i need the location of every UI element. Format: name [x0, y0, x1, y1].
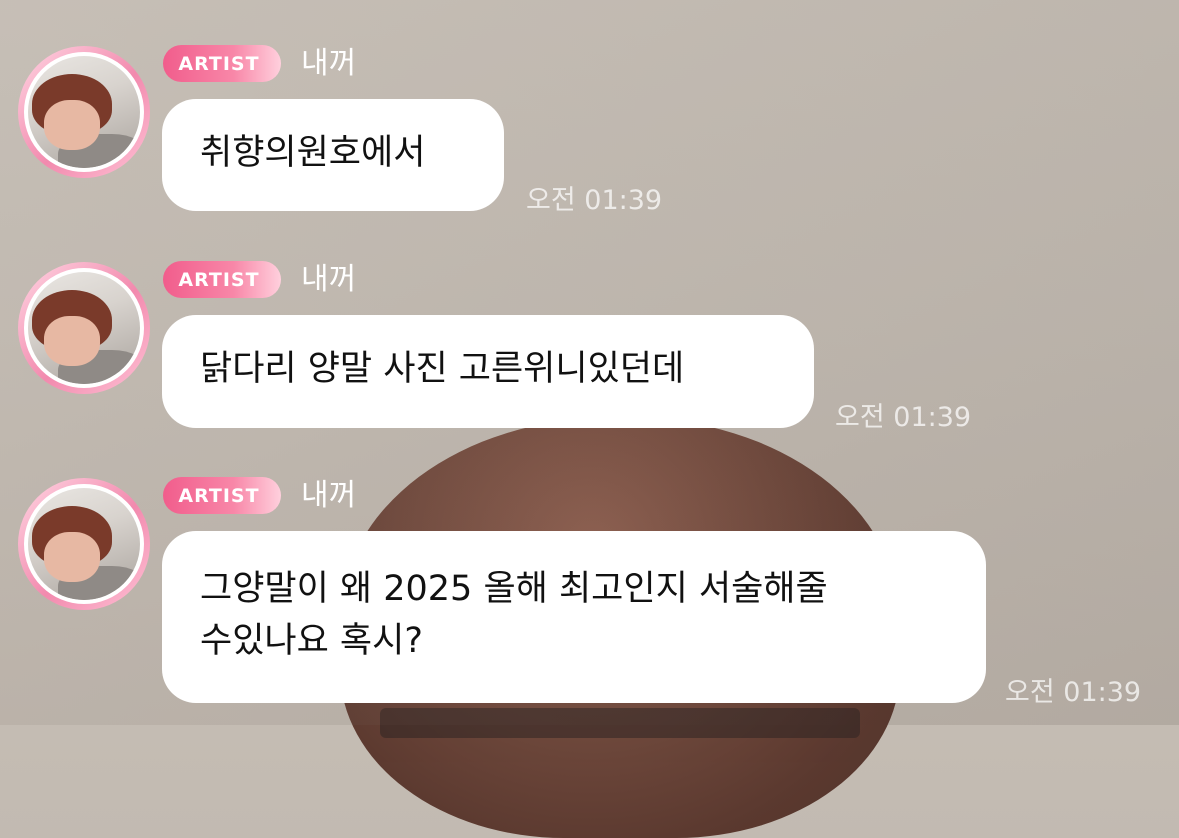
sender-name: 내꺼 — [301, 262, 357, 297]
message-bubble[interactable]: 그양말이 왜 2025 올해 최고인지 서술해줄 수있나요 혹시? — [162, 531, 986, 703]
avatar-photo — [28, 488, 140, 600]
message-time: 오전 01:39 — [835, 402, 972, 433]
sender-name: 내꺼 — [301, 478, 357, 513]
message-text-line: 닭다리 양말 사진 고른위니있던데 — [200, 349, 685, 389]
message-time: 오전 01:39 — [1005, 677, 1142, 708]
avatar[interactable] — [18, 46, 150, 178]
message-text-line: 그양말이 왜 2025 올해 최고인지 서술해줄 — [200, 569, 828, 609]
message-text-line: 수있나요 혹시? — [200, 621, 423, 661]
message-time: 오전 01:39 — [526, 185, 663, 216]
message-text-line: 취향의원호에서 — [200, 133, 426, 173]
message-bubble[interactable]: 닭다리 양말 사진 고른위니있던데 — [162, 315, 814, 428]
avatar[interactable] — [18, 262, 150, 394]
artist-badge: ARTIST — [163, 45, 281, 82]
sender-name: 내꺼 — [301, 46, 357, 81]
avatar[interactable] — [18, 478, 150, 610]
artist-badge: ARTIST — [163, 261, 281, 298]
avatar-photo — [28, 272, 140, 384]
avatar-photo — [28, 56, 140, 168]
message-bubble[interactable]: 취향의원호에서 — [162, 99, 504, 211]
artist-badge: ARTIST — [163, 477, 281, 514]
